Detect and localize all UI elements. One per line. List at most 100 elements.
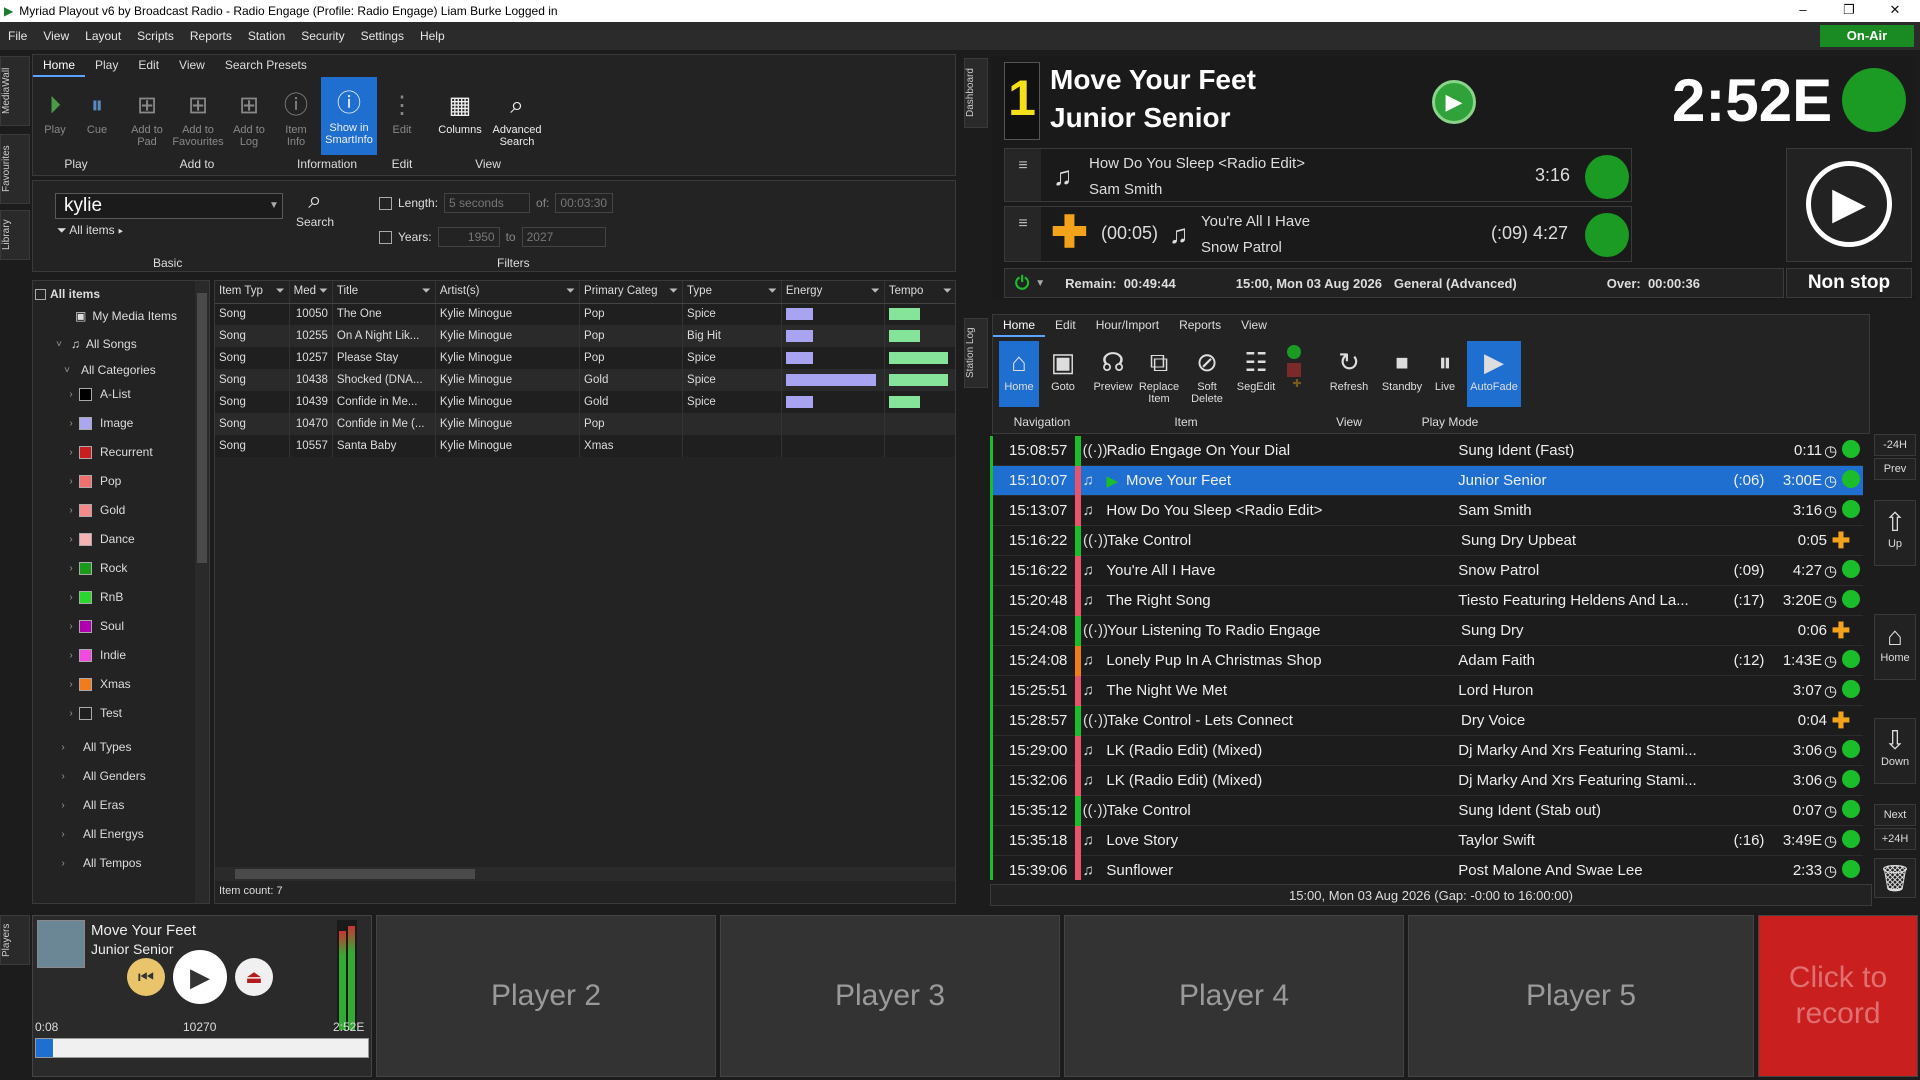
close-button[interactable]: ✕ [1872,0,1918,22]
tab-home[interactable]: Home [33,55,86,77]
chevron-down-icon[interactable]: ▼ [1035,278,1045,289]
years-checkbox[interactable] [379,230,392,244]
segedit-button[interactable]: ☷ SegEdit [1231,345,1281,393]
prev-button[interactable]: Prev [1874,458,1916,480]
minus-24h-button[interactable]: -24H [1874,434,1916,456]
menu-file[interactable]: File [0,29,35,43]
length-select[interactable]: 5 seconds [444,193,531,213]
player1-rewind-button[interactable]: ⏮ [127,958,165,996]
log-row[interactable]: 15:35:12 ((·)) Take Control Sung Ident (Sta… [993,795,1863,826]
table-row[interactable]: Song 10470 Confide in Me (... Kylie Minogue… [215,413,955,435]
cue-button[interactable]: ⏸ Cue [77,91,117,136]
tab-station-log[interactable]: Station Log [964,318,988,388]
goto-button[interactable]: ▣ Goto [1043,345,1083,393]
column-header[interactable]: Energy ⏷ [781,281,885,304]
table-row[interactable]: Song 10439 Confide in Me... Kylie Minogue Go… [215,391,955,413]
filter-icon[interactable]: ⏷ [768,285,777,298]
filter-icon[interactable]: ⏷ [871,285,880,298]
log-row[interactable]: 15:28:57 ((·)) Take Control - Lets Connect… [993,705,1863,736]
menu-layout[interactable]: Layout [77,29,129,43]
tree-category-item[interactable]: › Dance [55,528,134,550]
player-2[interactable]: Player 2 [376,915,716,1077]
log-row[interactable]: 15:13:07 ♫ How Do You Sleep <Radio Edit> Sa… [993,495,1863,526]
click-to-record-button[interactable]: Click to record [1758,915,1918,1077]
tab-library[interactable]: Library [0,210,30,260]
log-row[interactable]: 15:24:08 ♫ Lonely Pup In A Christmas Shop A… [993,645,1863,676]
tree-category-item[interactable]: › Gold [55,499,125,521]
log-row[interactable]: 15:16:22 ♫ You're All I Have Snow Patrol (:0… [993,555,1863,586]
column-header[interactable]: Title ⏷ [332,281,436,304]
show-in-smartinfo-button[interactable]: ⓘ Show in SmartInfo [321,77,377,155]
tree-all-songs[interactable]: ˅ ♫ All Songs [51,333,137,355]
down-button[interactable]: ⇩ Down [1874,718,1916,784]
table-row[interactable]: Song 10257 Please Stay Kylie Minogue Pop Spic… [215,347,955,369]
on-air-button[interactable]: On-Air [1820,25,1914,47]
tree-scrollbar[interactable] [195,281,209,903]
tree-category-item[interactable]: › Recurrent [55,441,152,463]
drag-handle-icon[interactable]: ≡ [1005,207,1041,261]
plus-24h-button[interactable]: +24H [1874,828,1916,850]
log-row[interactable]: 15:08:57 ((·)) Radio Engage On Your Dial Su… [993,436,1863,466]
tree-category-item[interactable]: › Soul [55,615,124,637]
add-to-log-button[interactable]: ⊞ Add to Log [229,91,269,148]
filter-icon[interactable]: ⏷ [566,285,575,298]
player-5[interactable]: Player 5 [1408,915,1754,1077]
results-horizontal-scrollbar[interactable] [215,867,955,881]
tree-group-item[interactable]: › All Eras [55,794,124,816]
soft-delete-button[interactable]: ⊘ Soft Delete [1185,345,1229,405]
filter-icon[interactable]: ⏷ [319,285,328,298]
log-row[interactable]: 15:20:48 ♫ The Right Song Tiesto Featuring … [993,585,1863,616]
advanced-search-button[interactable]: ⌕ Advanced Search [489,91,545,148]
play-button[interactable]: ⏵ Play [35,91,75,136]
standby-button[interactable]: ⏹ Standby [1379,345,1425,393]
menu-station[interactable]: Station [240,29,293,43]
preview-button[interactable]: ☊ Preview [1091,345,1135,393]
length-of-input[interactable]: 00:03:30 [555,193,614,213]
tree-group-item[interactable]: › All Energys [55,823,143,845]
all-items-filter[interactable]: ⏷ All items ▸ [57,223,123,238]
menu-reports[interactable]: Reports [182,29,240,43]
search-dropdown-arrow[interactable]: ▼ [265,193,283,219]
log-tab-edit[interactable]: Edit [1045,315,1086,337]
log-tab-view[interactable]: View [1231,315,1277,337]
dashboard-play-button[interactable]: ▶ [1432,80,1476,124]
tree-my-media-items[interactable]: ▣ My Media Items [75,305,177,327]
next-button[interactable]: Next [1874,804,1916,826]
table-row[interactable]: Song 10255 On A Night Lik... Kylie Minogue P… [215,325,955,347]
search-button[interactable]: ⌕ Search [295,187,335,229]
log-row[interactable]: 15:16:22 ((·)) Take Control Sung Dry Upbeat… [993,525,1863,556]
years-to-input[interactable]: 2027 [521,227,606,247]
next-item-1[interactable]: ≡ ♫ How Do You Sleep <Radio Edit> Sam Sm… [1004,148,1632,202]
filter-icon[interactable]: ⏷ [422,285,431,298]
replace-item-button[interactable]: ⧉ Replace Item [1137,345,1181,405]
tab-view[interactable]: View [169,55,215,77]
log-home-button[interactable]: ⌂ Home [999,341,1039,407]
tab-play[interactable]: Play [85,55,128,77]
minimize-button[interactable]: – [1780,0,1826,22]
log-row[interactable]: 15:24:08 ((·)) Your Listening To Radio Eng… [993,615,1863,646]
table-row[interactable]: Song 10050 The One Kylie Minogue Pop Spice [215,303,955,325]
filter-icon[interactable]: ⏷ [275,285,284,298]
menu-view[interactable]: View [35,29,77,43]
tree-group-item[interactable]: › All Types [55,736,131,758]
player1-progress-bar[interactable] [35,1038,369,1058]
autofade-button[interactable]: ▶ AutoFade [1467,341,1521,407]
log-side-home-button[interactable]: ⌂ Home [1874,614,1916,680]
tree-category-item[interactable]: › Image [55,412,133,434]
column-header[interactable]: Primary Categ ⏷ [579,281,684,304]
search-input[interactable]: kylie [55,193,283,219]
tree-category-item[interactable]: › Rock [55,557,127,579]
menu-help[interactable]: Help [412,29,453,43]
column-header[interactable]: Type ⏷ [682,281,782,304]
menu-scripts[interactable]: Scripts [129,29,182,43]
log-tab-reports[interactable]: Reports [1169,315,1231,337]
filter-icon[interactable]: ⏷ [943,285,952,298]
log-row[interactable]: 15:29:00 ♫ LK (Radio Edit) (Mixed) Dj Marky… [993,735,1863,766]
columns-button[interactable]: ▦ Columns [435,91,485,136]
menu-security[interactable]: Security [293,29,352,43]
add-to-pad-button[interactable]: ⊞ Add to Pad [127,91,167,148]
log-row[interactable]: 15:10:07 ♫ ▶ Move Your Feet Junior Senior (:0… [993,465,1863,496]
player-3[interactable]: Player 3 [720,915,1060,1077]
length-checkbox[interactable] [379,196,392,210]
add-to-favourites-button[interactable]: ⊞ Add to Favourites [171,91,225,148]
